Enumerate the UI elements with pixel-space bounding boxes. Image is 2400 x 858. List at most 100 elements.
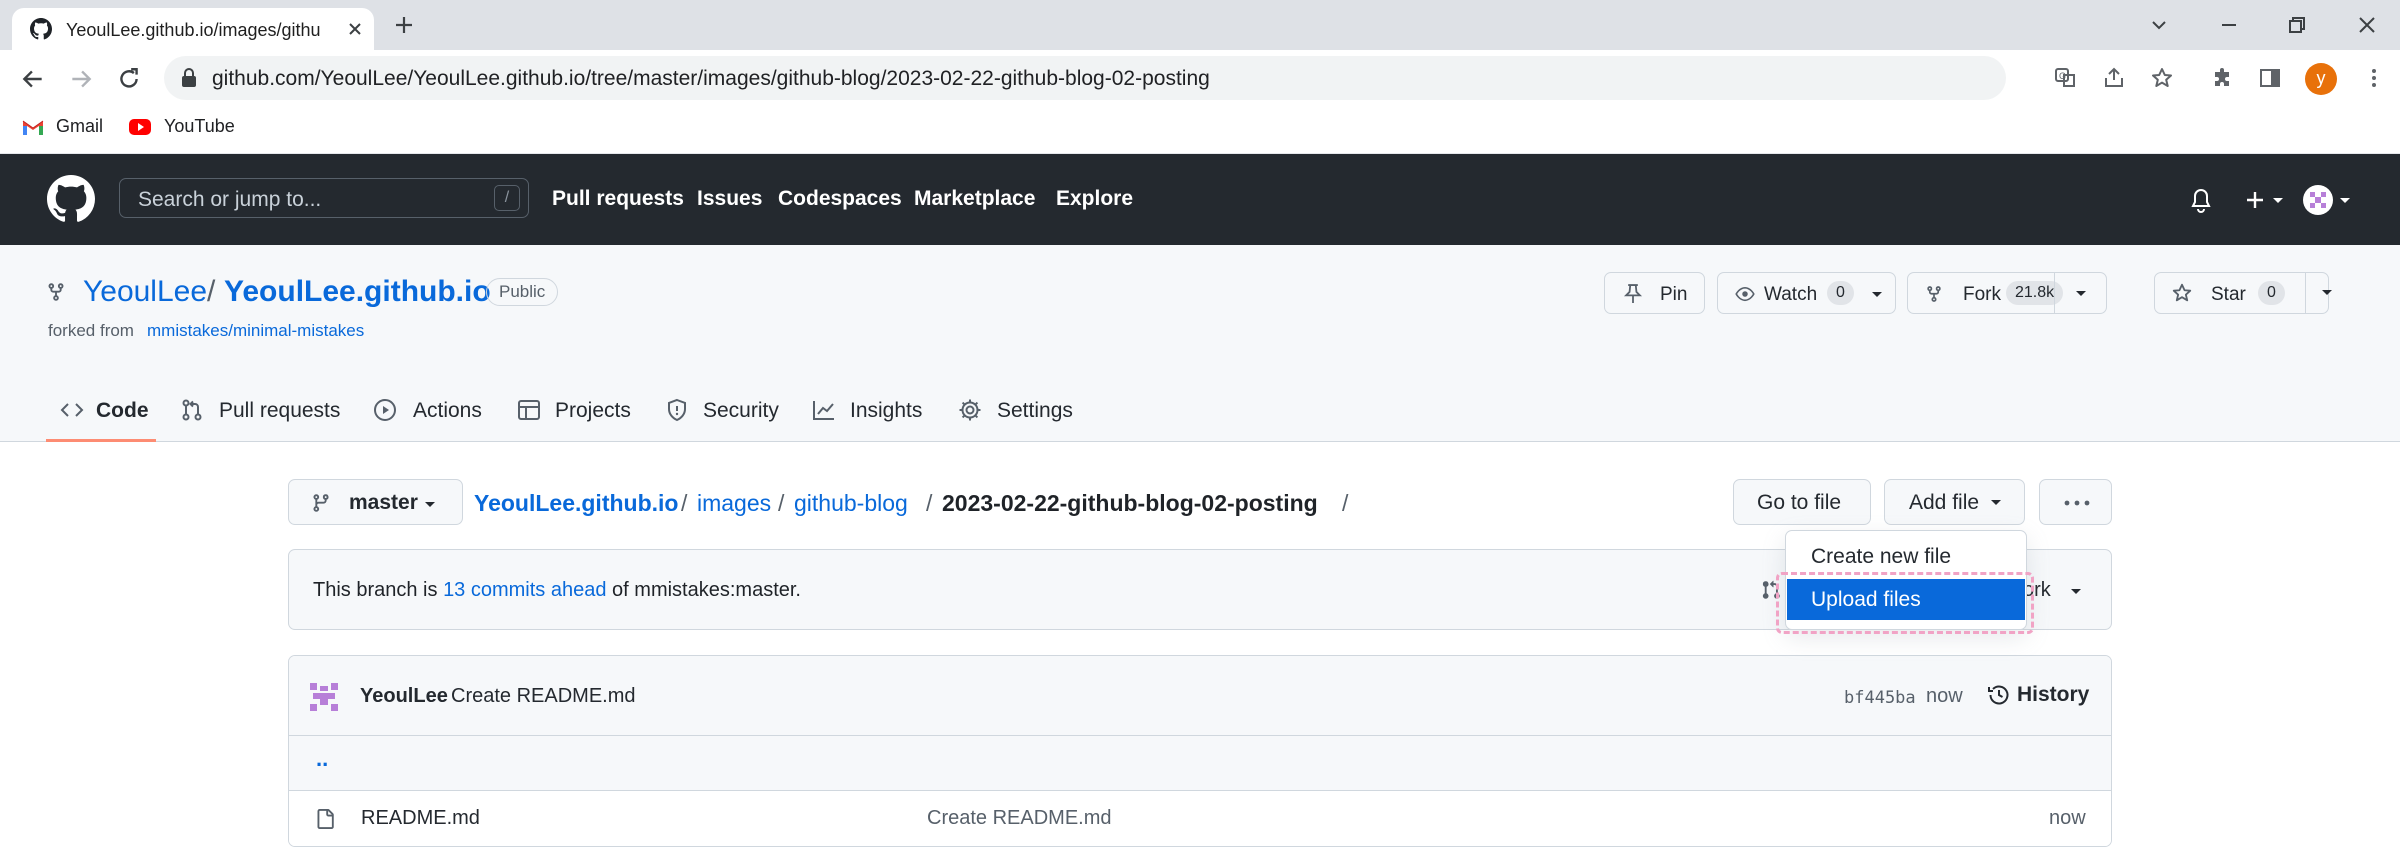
url-text: github.com/YeoulLee/YeoulLee.github.io/t… (212, 67, 1210, 90)
nav-marketplace[interactable]: Marketplace (914, 187, 1035, 211)
repo-forked-icon (1927, 286, 1941, 302)
lock-icon[interactable] (180, 68, 198, 88)
tab-label: Actions (413, 399, 482, 422)
create-new-dropdown[interactable] (2244, 189, 2285, 211)
pin-icon (1623, 284, 1643, 303)
nav-pull-requests[interactable]: Pull requests (552, 187, 684, 211)
commits-ahead-link[interactable]: 13 commits ahead (443, 579, 606, 601)
notifications-bell-icon[interactable] (2189, 187, 2213, 213)
back-icon[interactable] (20, 66, 46, 92)
pin-button[interactable]: Pin (1604, 272, 1705, 314)
go-to-file-label: Go to file (1757, 491, 1842, 514)
restore-icon[interactable] (2285, 13, 2309, 37)
author-avatar[interactable] (308, 681, 340, 713)
breadcrumb-current: 2023-02-22-github-blog-02-posting (942, 490, 1318, 516)
browser-toolbar: github.com/YeoulLee/YeoulLee.github.io/t… (0, 50, 2400, 106)
commit-sha-link[interactable]: bf445ba (1844, 688, 1916, 708)
nav-issues[interactable]: Issues (697, 187, 762, 211)
new-tab-icon[interactable] (392, 13, 416, 37)
file-name-link[interactable]: README.md (361, 807, 480, 830)
fork-button[interactable]: Fork 21.8k (1908, 273, 2064, 313)
bookmark-label: Gmail (56, 116, 104, 136)
caret-down-icon (2071, 589, 2081, 594)
tab-code[interactable]: Code (46, 393, 156, 442)
tab-pull-requests[interactable]: Pull requests (180, 393, 350, 442)
caret-down-icon (1872, 292, 1882, 297)
repo-title-separator: / (207, 275, 216, 308)
tab-settings[interactable]: Settings (958, 393, 1078, 442)
star-button[interactable]: Star 0 (2155, 273, 2305, 313)
user-menu-dropdown[interactable] (2303, 185, 2352, 215)
add-file-menu: Create new file Upload files (1785, 530, 2027, 630)
menu-item-label: Upload files (1811, 588, 1921, 611)
file-browser: YeoulLee Create README.md bf445ba now Hi… (288, 655, 2112, 847)
reload-icon[interactable] (116, 66, 142, 92)
close-tab-icon[interactable] (344, 18, 366, 40)
star-button-group: Star 0 (2154, 272, 2329, 314)
tab-label: Insights (850, 399, 923, 422)
fork-options-button[interactable] (2054, 273, 2106, 313)
menu-item-upload-files[interactable]: Upload files (1787, 579, 2025, 620)
gear-icon (959, 399, 981, 421)
tab-security[interactable]: Security (665, 393, 780, 442)
history-link[interactable]: History (1987, 683, 2089, 707)
side-panel-icon[interactable] (2258, 66, 2282, 90)
branch-select-button[interactable]: master (288, 479, 463, 525)
menu-item-create-new-file[interactable]: Create new file (1811, 545, 1951, 569)
visibility-badge: Public (486, 278, 559, 306)
forked-from-link[interactable]: mmistakes/minimal-mistakes (147, 321, 364, 341)
forward-icon[interactable] (68, 66, 94, 92)
caret-down-icon (2340, 198, 2350, 203)
profile-avatar[interactable]: y (2305, 63, 2337, 95)
add-file-button[interactable]: Add file (1884, 479, 2025, 525)
parent-directory-link[interactable]: .. (316, 746, 328, 772)
translate-icon[interactable]: G (2054, 66, 2078, 90)
tab-insights[interactable]: Insights (812, 393, 927, 442)
close-window-icon[interactable] (2355, 13, 2379, 37)
github-favicon-icon (30, 18, 52, 40)
branch-ahead-suffix: of mmistakes:master. (612, 579, 801, 601)
search-input[interactable]: Search or jump to... / (119, 178, 529, 218)
repo-name-link[interactable]: YeoulLee.github.io (224, 275, 491, 309)
bookmark-youtube[interactable]: YouTube (128, 116, 235, 137)
fork-label: Fork (1963, 284, 2001, 305)
nav-codespaces[interactable]: Codespaces (778, 187, 902, 211)
watch-label: Watch (1764, 284, 1818, 305)
parent-directory-row[interactable]: .. (289, 736, 2111, 791)
minimize-icon[interactable] (2217, 13, 2241, 37)
breadcrumb-separator: / (926, 490, 933, 516)
forked-from-label: forked from (48, 321, 134, 340)
breadcrumb-root-link[interactable]: YeoulLee.github.io (474, 490, 678, 517)
table-icon (518, 400, 540, 420)
address-bar[interactable]: github.com/YeoulLee/YeoulLee.github.io/t… (164, 56, 2006, 100)
caret-down-icon (2273, 198, 2283, 203)
bookmark-gmail[interactable]: Gmail (22, 116, 103, 137)
browser-tab[interactable]: YeoulLee.github.io/images/githu (12, 8, 374, 50)
browser-menu-icon[interactable] (2362, 66, 2386, 90)
go-to-file-button[interactable]: Go to file (1733, 479, 1871, 525)
breadcrumb-images-link[interactable]: images (697, 490, 771, 517)
git-pull-request-icon[interactable] (1761, 578, 1781, 602)
github-logo-icon[interactable] (47, 175, 95, 223)
bookmark-star-icon[interactable] (2150, 66, 2174, 90)
commit-message-link[interactable]: Create README.md (451, 685, 636, 708)
tab-projects[interactable]: Projects (517, 393, 632, 442)
tab-search-chevron-icon[interactable] (2147, 13, 2171, 37)
tab-actions[interactable]: Actions (373, 393, 488, 442)
commit-author-link[interactable]: YeoulLee (360, 685, 448, 708)
search-shortcut-key: / (494, 185, 520, 211)
file-commit-message-link[interactable]: Create README.md (927, 807, 1112, 830)
bookmarks-bar: Gmail YouTube (0, 106, 2400, 154)
more-options-button[interactable] (2039, 479, 2112, 525)
history-label: History (2017, 683, 2090, 706)
file-age: now (2049, 807, 2086, 829)
share-icon[interactable] (2102, 66, 2126, 90)
contribute-button-label[interactable]: ork (2023, 579, 2051, 602)
extensions-icon[interactable] (2210, 66, 2234, 90)
breadcrumb-github-blog-link[interactable]: github-blog (794, 490, 908, 517)
repo-owner-link[interactable]: YeoulLee (83, 275, 207, 309)
file-row[interactable]: README.md Create README.md now (289, 791, 2111, 846)
star-icon (2172, 283, 2192, 302)
nav-explore[interactable]: Explore (1056, 187, 1133, 211)
watch-button[interactable]: Watch 0 (1717, 272, 1896, 314)
